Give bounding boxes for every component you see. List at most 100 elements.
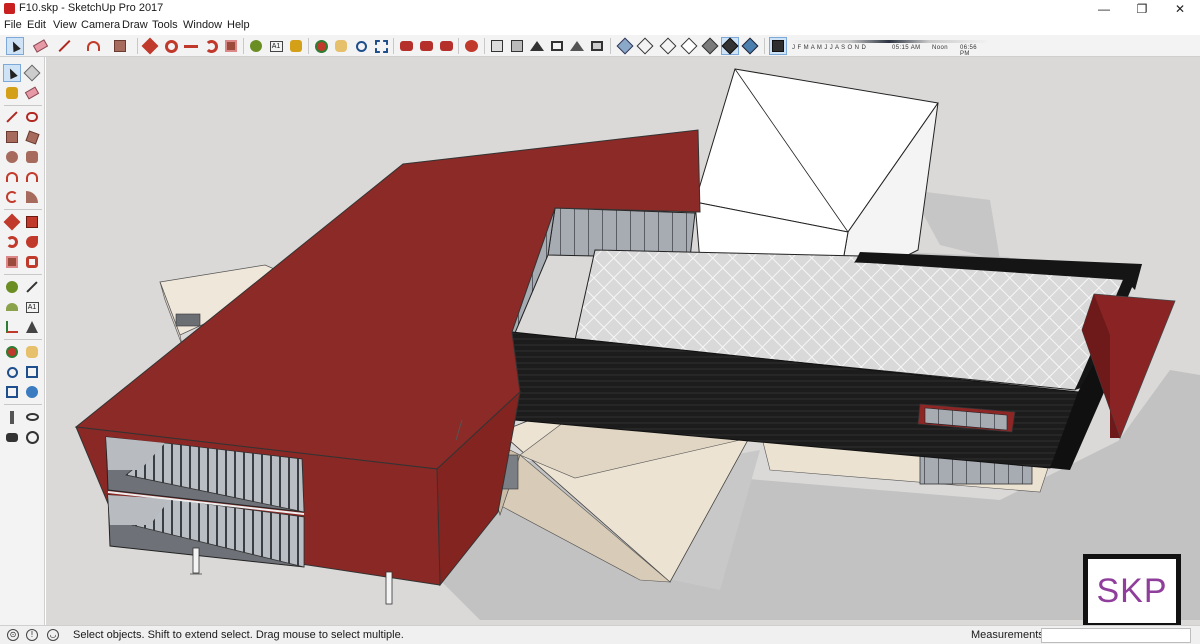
shaded-icon[interactable] xyxy=(701,37,719,55)
offset-icon[interactable] xyxy=(24,254,40,270)
wireframe-icon[interactable] xyxy=(659,37,677,55)
menu-bar: File Edit View Camera Draw Tools Window … xyxy=(0,18,1200,35)
user-account-icon[interactable]: ◡ xyxy=(47,629,59,641)
xray-icon[interactable] xyxy=(616,37,634,55)
main-toolbar: A1 xyxy=(0,35,1200,57)
menu-draw[interactable]: Draw xyxy=(122,19,148,31)
freehand-icon[interactable] xyxy=(24,109,40,125)
menu-camera[interactable]: Camera xyxy=(81,19,120,31)
dimension-icon[interactable] xyxy=(24,279,40,295)
paint-bucket-icon[interactable] xyxy=(288,38,304,54)
scale-icon[interactable] xyxy=(183,38,199,54)
three-point-arc-icon[interactable] xyxy=(4,189,20,205)
rotated-rect-icon[interactable] xyxy=(24,129,40,145)
zoom-icon[interactable] xyxy=(353,38,369,54)
polygon-icon[interactable] xyxy=(24,149,40,165)
orbit-icon[interactable] xyxy=(313,38,329,54)
3d-text-icon[interactable] xyxy=(24,319,40,335)
date-slider[interactable] xyxy=(790,40,988,43)
protractor-icon[interactable] xyxy=(4,299,20,315)
components-icon[interactable] xyxy=(438,38,454,54)
text-icon[interactable]: A1 xyxy=(24,299,40,315)
months-label: J F M A M J J A S O N D xyxy=(792,45,867,51)
extension-icon[interactable] xyxy=(463,38,479,54)
select-icon[interactable] xyxy=(6,37,24,55)
shadows-icon[interactable] xyxy=(769,37,787,55)
zoom-extents-icon[interactable] xyxy=(4,384,20,400)
pie-icon[interactable] xyxy=(24,189,40,205)
menu-file[interactable]: File xyxy=(4,19,22,31)
back-edges-icon[interactable] xyxy=(636,37,654,55)
model-viewport[interactable] xyxy=(46,57,1200,625)
measurements-label: Measurements xyxy=(971,629,1044,641)
push-pull-icon[interactable] xyxy=(141,37,159,55)
position-camera-icon[interactable] xyxy=(4,409,20,425)
move-icon[interactable] xyxy=(3,213,21,231)
zoom-extents-icon[interactable] xyxy=(373,38,389,54)
top-view-icon[interactable] xyxy=(509,38,525,54)
hidden-line-icon[interactable] xyxy=(680,37,698,55)
menu-window[interactable]: Window xyxy=(183,19,222,31)
warehouse-icon[interactable] xyxy=(398,38,414,54)
section-plane-icon[interactable] xyxy=(24,429,40,445)
follow-me-icon[interactable] xyxy=(24,234,40,250)
shaded-textures-icon[interactable] xyxy=(721,37,739,55)
orbit-icon[interactable] xyxy=(4,344,20,360)
time-start: 05:15 AM xyxy=(892,45,921,51)
share-model-icon[interactable] xyxy=(418,38,434,54)
close-button[interactable]: ✕ xyxy=(1157,0,1200,18)
walk-icon[interactable] xyxy=(4,429,20,445)
monochrome-icon[interactable] xyxy=(741,37,759,55)
credits-icon[interactable]: ! xyxy=(26,629,38,641)
large-tool-set: A1 xyxy=(0,57,45,625)
back-view-icon[interactable] xyxy=(569,38,585,54)
measurements-input[interactable] xyxy=(1041,628,1191,643)
zoom-window-icon[interactable] xyxy=(24,364,40,380)
time-end: 06:56 PM xyxy=(960,45,978,57)
axes-icon[interactable] xyxy=(4,319,20,335)
select-icon[interactable] xyxy=(3,64,21,82)
zoom-icon[interactable] xyxy=(4,364,20,380)
paint-bucket-icon[interactable] xyxy=(4,85,20,101)
line-icon[interactable] xyxy=(4,109,20,125)
geo-location-icon[interactable]: ⊙ xyxy=(7,629,19,641)
tape-measure-icon[interactable] xyxy=(248,38,264,54)
eraser-icon[interactable] xyxy=(32,38,48,54)
offset-icon[interactable] xyxy=(223,38,239,54)
arc-icon[interactable] xyxy=(85,38,101,54)
pan-icon[interactable] xyxy=(24,344,40,360)
sketchup-app-icon xyxy=(4,3,15,14)
look-around-icon[interactable] xyxy=(24,409,40,425)
skp-logo-text: SKP xyxy=(1096,571,1168,610)
status-message: Select objects. Shift to extend select. … xyxy=(73,629,404,641)
shape-icon[interactable] xyxy=(112,38,128,54)
pan-icon[interactable] xyxy=(333,38,349,54)
two-point-arc-icon[interactable] xyxy=(24,169,40,185)
building-model xyxy=(74,68,1200,620)
rotate-icon[interactable] xyxy=(4,234,20,250)
time-noon: Noon xyxy=(932,45,948,51)
rotate-icon[interactable] xyxy=(203,38,219,54)
front-view-icon[interactable] xyxy=(529,38,545,54)
tape-measure-icon[interactable] xyxy=(4,279,20,295)
make-component-icon[interactable] xyxy=(23,64,41,82)
circle-icon[interactable] xyxy=(4,149,20,165)
line-icon[interactable] xyxy=(56,38,72,54)
push-pull-icon[interactable] xyxy=(24,214,40,230)
menu-edit[interactable]: Edit xyxy=(27,19,46,31)
text-icon[interactable]: A1 xyxy=(268,38,284,54)
eraser-icon[interactable] xyxy=(24,85,40,101)
menu-view[interactable]: View xyxy=(53,19,77,31)
menu-tools[interactable]: Tools xyxy=(152,19,178,31)
status-bar: ⊙ ! ◡ Select objects. Shift to extend se… xyxy=(0,625,1200,644)
arc-icon[interactable] xyxy=(4,169,20,185)
scale-icon[interactable] xyxy=(4,254,20,270)
window-title: F10.skp - SketchUp Pro 2017 xyxy=(19,2,164,14)
menu-help[interactable]: Help xyxy=(227,19,250,31)
rectangle-icon[interactable] xyxy=(4,129,20,145)
move-icon[interactable] xyxy=(163,38,179,54)
left-view-icon[interactable] xyxy=(589,38,605,54)
iso-view-icon[interactable] xyxy=(489,38,505,54)
previous-view-icon[interactable] xyxy=(24,384,40,400)
right-view-icon[interactable] xyxy=(549,38,565,54)
